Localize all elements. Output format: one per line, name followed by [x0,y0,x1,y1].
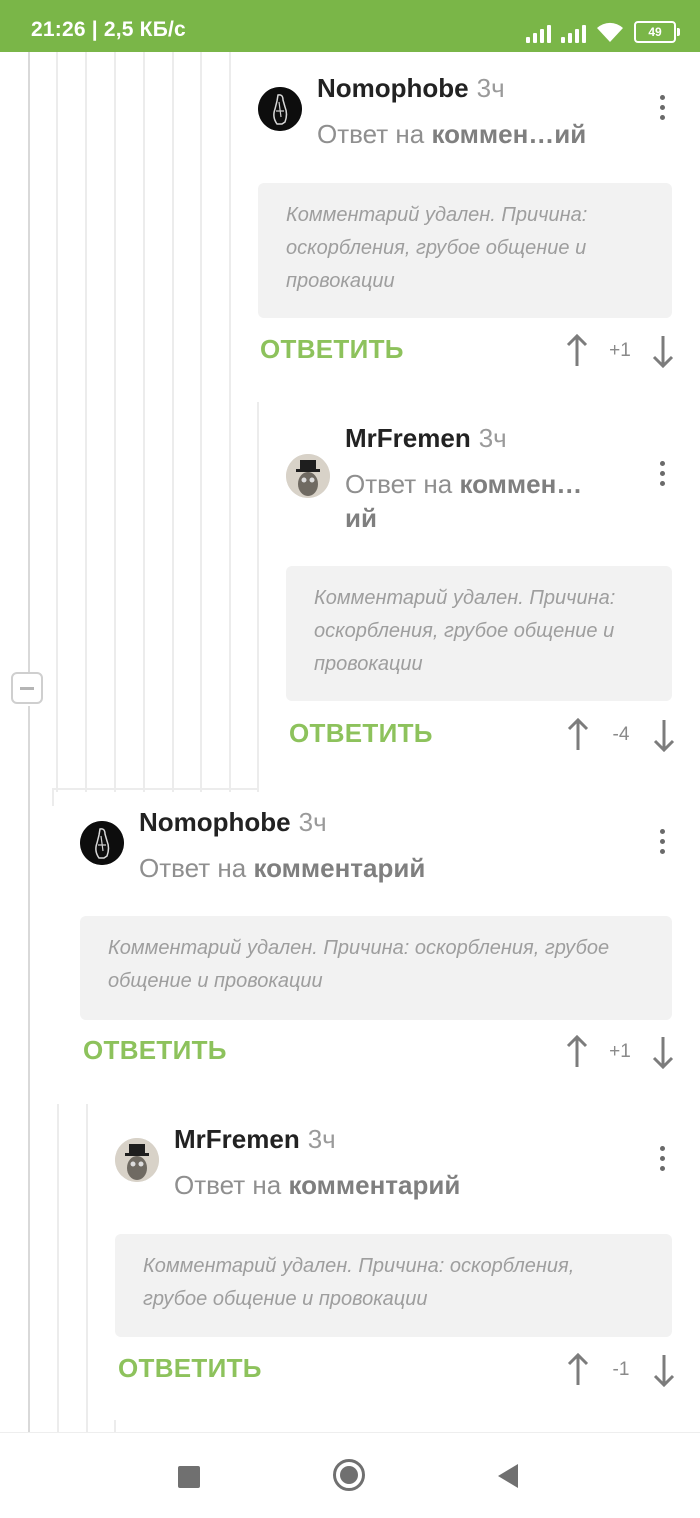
reply-prefix: Ответ на [317,119,425,149]
author-name[interactable]: Nomophobe [317,73,469,103]
thread-connector [52,788,259,790]
thread-line [114,52,116,792]
reply-prefix: Ответ на [345,469,453,499]
author-name[interactable]: Nomophobe [139,807,291,837]
deleted-comment-body: Комментарий удален. Причина: оскорбления… [286,566,672,701]
deleted-comment-body: Комментарий удален. Причина: оскорбления… [80,916,672,1020]
thread-line [52,788,54,806]
thread-line [28,706,30,1432]
downvote-icon[interactable] [652,1353,676,1387]
thread-line [257,402,259,792]
thread-line [229,52,231,792]
reply-button[interactable]: ОТВЕТИТЬ [118,1353,262,1384]
kebab-menu-icon[interactable] [652,826,672,858]
comment-time: 3ч [298,807,327,837]
reply-target-link[interactable]: коммен…ий [431,119,586,149]
reply-button[interactable]: ОТВЕТИТЬ [289,718,433,749]
signal-icon [561,21,586,43]
kebab-menu-icon[interactable] [652,458,672,490]
avatar[interactable] [115,1138,159,1182]
reply-to: Ответ на комментарий [174,1168,594,1202]
kebab-menu-icon[interactable] [652,92,672,124]
thread-line [85,52,87,792]
reply-target-link[interactable]: комментарий [288,1170,460,1200]
avatar[interactable] [80,821,124,865]
signal-icon [526,21,551,43]
reply-prefix: Ответ на [174,1170,282,1200]
thread-line [172,52,174,792]
reply-to: Ответ на комментарий [139,851,559,885]
comment-time: 3ч [307,1124,336,1154]
status-bar: 21:26 | 2,5 КБ/с 49 [0,0,700,52]
collapse-icon[interactable] [11,672,43,704]
comment-time: 3ч [478,423,507,453]
comment-author[interactable]: MrFremen 3ч [174,1124,336,1155]
reply-to: Ответ на коммен… ий [345,467,600,535]
avatar[interactable] [258,87,302,131]
thread-line [28,52,30,672]
thread-line [143,52,145,792]
deleted-comment-body: Комментарий удален. Причина: оскорбления… [115,1234,672,1337]
deleted-comment-body: Комментарий удален. Причина: оскорбления… [258,183,672,318]
wifi-icon [597,22,623,42]
vote-control: -4 [566,718,676,752]
nav-recents-icon[interactable] [178,1466,200,1488]
thread-line [114,1420,116,1432]
system-nav-bar [0,1432,700,1518]
vote-control: -1 [566,1353,676,1387]
thread-line [86,1104,88,1432]
downvote-icon[interactable] [651,1035,675,1069]
status-time: 21:26 | 2,5 КБ/с [31,18,186,41]
author-name[interactable]: MrFremen [174,1124,300,1154]
battery-icon: 49 [634,21,680,43]
downvote-icon[interactable] [651,334,675,368]
kebab-menu-icon[interactable] [652,1143,672,1175]
reply-button[interactable]: ОТВЕТИТЬ [260,334,404,365]
comment-author[interactable]: Nomophobe 3ч [139,807,327,838]
reply-target-link[interactable]: комментарий [253,853,425,883]
thread-line [200,52,202,792]
author-name[interactable]: MrFremen [345,423,471,453]
vote-control: +1 [565,1035,675,1069]
comment-time: 3ч [476,73,505,103]
comment-author[interactable]: MrFremen 3ч [345,423,507,454]
downvote-icon[interactable] [652,718,676,752]
reply-prefix: Ответ на [139,853,247,883]
battery-level: 49 [648,25,662,39]
nav-home-icon[interactable] [333,1459,365,1491]
reply-to: Ответ на коммен…ий [317,117,617,151]
vote-control: +1 [565,334,675,368]
thread-line [56,52,58,792]
avatar[interactable] [286,454,330,498]
reply-button[interactable]: ОТВЕТИТЬ [83,1035,227,1066]
nav-back-icon[interactable] [498,1464,518,1488]
comment-author[interactable]: Nomophobe 3ч [317,73,505,104]
thread-line [57,1104,59,1432]
